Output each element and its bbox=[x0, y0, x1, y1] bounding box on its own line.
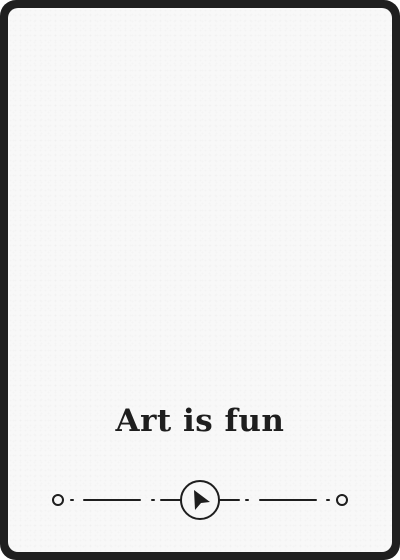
play-arrow-icon bbox=[194, 490, 210, 510]
card-title: Art is fun bbox=[115, 403, 285, 439]
card-frame: Art is fun bbox=[0, 0, 400, 560]
left-end-circle-icon bbox=[52, 494, 64, 506]
ornamental-divider bbox=[52, 480, 348, 520]
card-face: Art is fun bbox=[8, 8, 392, 552]
right-end-circle-icon bbox=[336, 494, 348, 506]
